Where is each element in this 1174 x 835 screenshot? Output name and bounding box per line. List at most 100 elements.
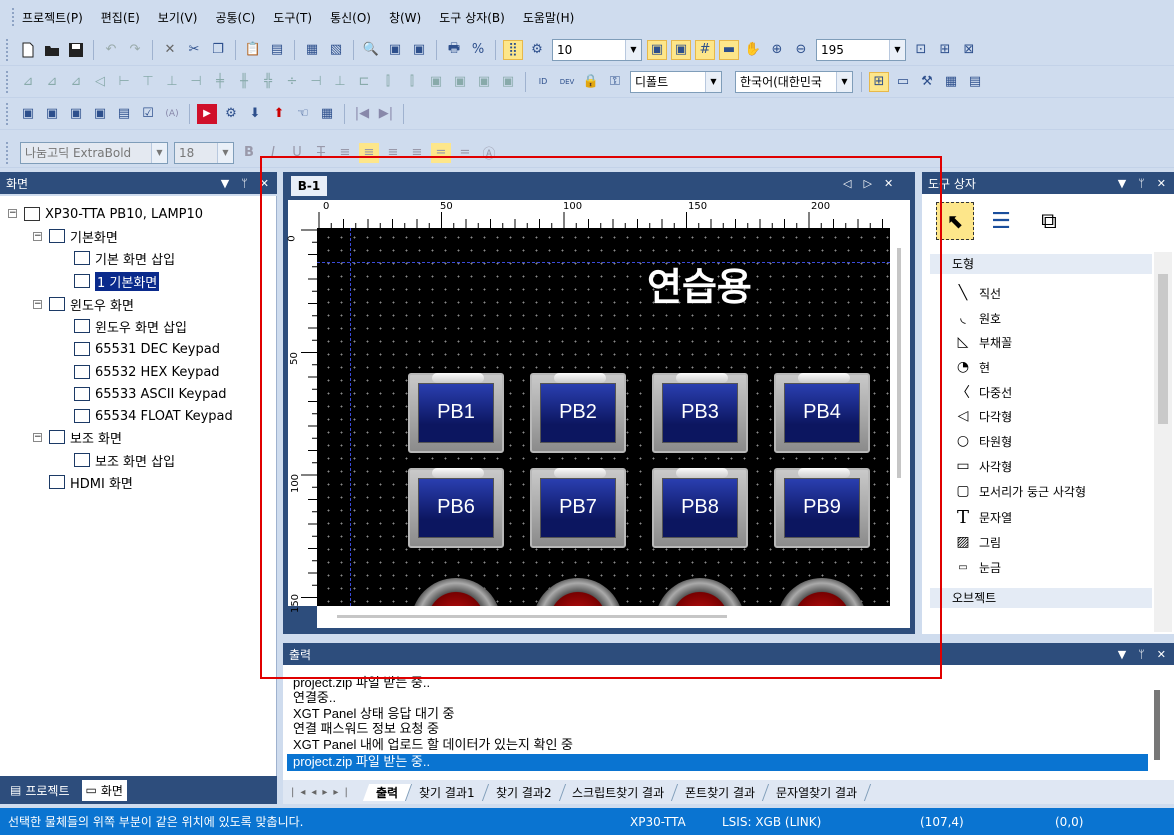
- screen3-icon[interactable]: ▣: [66, 104, 86, 124]
- close-icon[interactable]: ✕: [1157, 177, 1166, 190]
- chevron-down-icon[interactable]: ▼: [217, 142, 233, 163]
- same-width-icon[interactable]: ⊥: [162, 72, 182, 92]
- screen-icon[interactable]: ▣: [18, 104, 38, 124]
- tool-arc[interactable]: ◟ 원호: [955, 307, 1001, 329]
- tools-icon[interactable]: %: [468, 40, 488, 60]
- section-objects[interactable]: 오브젝트: [930, 588, 1152, 608]
- ruler-icon[interactable]: ▬: [719, 39, 739, 60]
- close-icon[interactable]: ✕: [1157, 648, 1166, 661]
- tab-font-find[interactable]: 폰트찾기 결과: [672, 783, 770, 801]
- tab-find2[interactable]: 찾기 결과2: [482, 783, 566, 801]
- first-icon[interactable]: |◀: [352, 104, 372, 124]
- tool-ellipse[interactable]: ○ 타원형: [955, 430, 1012, 452]
- chevron-down-icon[interactable]: ▼: [889, 39, 905, 60]
- order-back-icon[interactable]: ⫿: [402, 72, 422, 92]
- dropdown-icon[interactable]: ▼: [221, 177, 229, 190]
- zoom-sel-icon[interactable]: ⊠: [959, 40, 979, 60]
- tab-string-find[interactable]: 문자열찾기 결과: [763, 783, 872, 801]
- menu-comm[interactable]: 통신(O): [330, 9, 371, 26]
- doc-icon[interactable]: ▤: [114, 104, 134, 124]
- snap-icon[interactable]: ▣: [647, 39, 667, 60]
- pin-icon[interactable]: ᛘ: [1138, 177, 1145, 190]
- tree-hdmi[interactable]: HDMI 화면: [49, 472, 133, 492]
- tree-root[interactable]: XP30-TTA PB10, LAMP10: [24, 204, 203, 224]
- snap2-icon[interactable]: ▣: [671, 39, 691, 60]
- grid-icon[interactable]: ⣿: [503, 39, 523, 60]
- same-size-icon[interactable]: ╪: [210, 72, 230, 92]
- redo-icon[interactable]: ↷: [125, 40, 145, 60]
- copy-icon[interactable]: ❐: [208, 40, 228, 60]
- print-icon[interactable]: 🖶: [444, 40, 464, 60]
- ungroup-icon[interactable]: ▧: [326, 40, 346, 60]
- tool-line[interactable]: ╲ 직선: [955, 282, 1001, 304]
- tab-output[interactable]: 출력: [362, 783, 413, 801]
- distribute-icon[interactable]: ⊥: [330, 72, 350, 92]
- align-bottom-icon[interactable]: ⊢: [114, 72, 134, 92]
- compare-icon[interactable]: ▦: [317, 104, 337, 124]
- pin-icon[interactable]: ᛘ: [241, 177, 248, 190]
- chevron-down-icon[interactable]: ▼: [836, 71, 852, 92]
- zoom-in-icon[interactable]: ⊕: [767, 40, 787, 60]
- tree-basic-insert[interactable]: 기본 화면 삽입: [74, 248, 175, 268]
- order-bwd-icon[interactable]: ▣: [450, 72, 470, 92]
- output-scroll-thumb[interactable]: [1154, 690, 1160, 760]
- space-h-icon[interactable]: ╫: [234, 72, 254, 92]
- space-v-icon[interactable]: ╬: [258, 72, 278, 92]
- a-icon[interactable]: (A): [162, 104, 182, 124]
- clipboard-icon[interactable]: ☑: [138, 104, 158, 124]
- monitor-icon[interactable]: ☜: [293, 104, 313, 124]
- tool-icon[interactable]: ⚒: [917, 72, 937, 92]
- save-icon[interactable]: [66, 40, 86, 60]
- group-icon[interactable]: ▦: [302, 40, 322, 60]
- find-icon[interactable]: 🔍: [361, 40, 381, 60]
- replace2-icon[interactable]: ▣: [409, 40, 429, 60]
- screen2-icon[interactable]: ▣: [42, 104, 62, 124]
- menu-window[interactable]: 창(W): [389, 9, 421, 26]
- style-combo[interactable]: 디폴트 ▼: [630, 70, 722, 93]
- new-icon[interactable]: [18, 40, 38, 60]
- align-middle-icon[interactable]: ⊤: [138, 72, 158, 92]
- tree-keypad-hex[interactable]: 65532 HEX Keypad: [74, 362, 220, 382]
- lock-icon[interactable]: 🔒: [581, 72, 601, 92]
- chevron-down-icon[interactable]: ▼: [151, 142, 167, 163]
- tree-aux-insert[interactable]: 보조 화면 삽입: [74, 450, 175, 470]
- last-icon[interactable]: ▶|: [376, 104, 396, 124]
- open-icon[interactable]: [42, 40, 62, 60]
- panel-icon[interactable]: ▦: [941, 72, 961, 92]
- distribute2-icon[interactable]: ⊏: [354, 72, 374, 92]
- tree-keypad-ascii[interactable]: 65533 ASCII Keypad: [74, 384, 227, 404]
- replace-icon[interactable]: ▣: [385, 40, 405, 60]
- tool-chord[interactable]: ◔ 현: [955, 356, 990, 378]
- dropdown-icon[interactable]: ▼: [1118, 648, 1126, 661]
- menu-edit[interactable]: 편집(E): [101, 9, 140, 26]
- collapse-icon[interactable]: −: [33, 300, 42, 309]
- tree-basic-screen[interactable]: 기본화면: [49, 226, 118, 246]
- same-height-icon[interactable]: ⊣: [186, 72, 206, 92]
- add-object-icon[interactable]: ⧉: [1030, 202, 1068, 240]
- tool-sector[interactable]: ◺ 부채꼴: [955, 331, 1013, 353]
- align-center-icon[interactable]: ⊿: [42, 72, 62, 92]
- delete-icon[interactable]: ✕: [160, 40, 180, 60]
- tree-keypad-dec[interactable]: 65531 DEC Keypad: [74, 339, 220, 359]
- fit-icon[interactable]: ⊡: [911, 40, 931, 60]
- download-icon[interactable]: ⬇: [245, 104, 265, 124]
- tab-find1[interactable]: 찾기 결과1: [405, 783, 489, 801]
- tool-polygon[interactable]: ◁ 다각형: [955, 405, 1013, 427]
- id-icon[interactable]: ID: [533, 72, 553, 92]
- menu-help[interactable]: 도움말(H): [523, 9, 575, 26]
- order2-icon[interactable]: ▣: [498, 72, 518, 92]
- section-shapes[interactable]: 도형: [930, 254, 1152, 274]
- collapse-icon[interactable]: −: [33, 232, 42, 241]
- grid-lines-icon[interactable]: #: [695, 39, 715, 60]
- undo-icon[interactable]: ↶: [101, 40, 121, 60]
- dropdown-icon[interactable]: ▼: [1118, 177, 1126, 190]
- center-h-icon[interactable]: ÷: [282, 72, 302, 92]
- tool-text[interactable]: T 문자열: [955, 506, 1012, 528]
- grid-size-combo[interactable]: 10 ▼: [552, 38, 642, 61]
- tool-roundrect[interactable]: ▢ 모서리가 둥근 사각형: [955, 480, 1086, 502]
- tab-nav-icon[interactable]: |◂◂▸▸|: [291, 787, 354, 798]
- tree-icon[interactable]: ⊞: [869, 71, 889, 92]
- menu-toolbox[interactable]: 도구 상자(B): [439, 9, 505, 26]
- tree-keypad-float[interactable]: 65534 FLOAT Keypad: [74, 406, 233, 426]
- tree-basic-1[interactable]: 1 기본화면: [74, 271, 160, 291]
